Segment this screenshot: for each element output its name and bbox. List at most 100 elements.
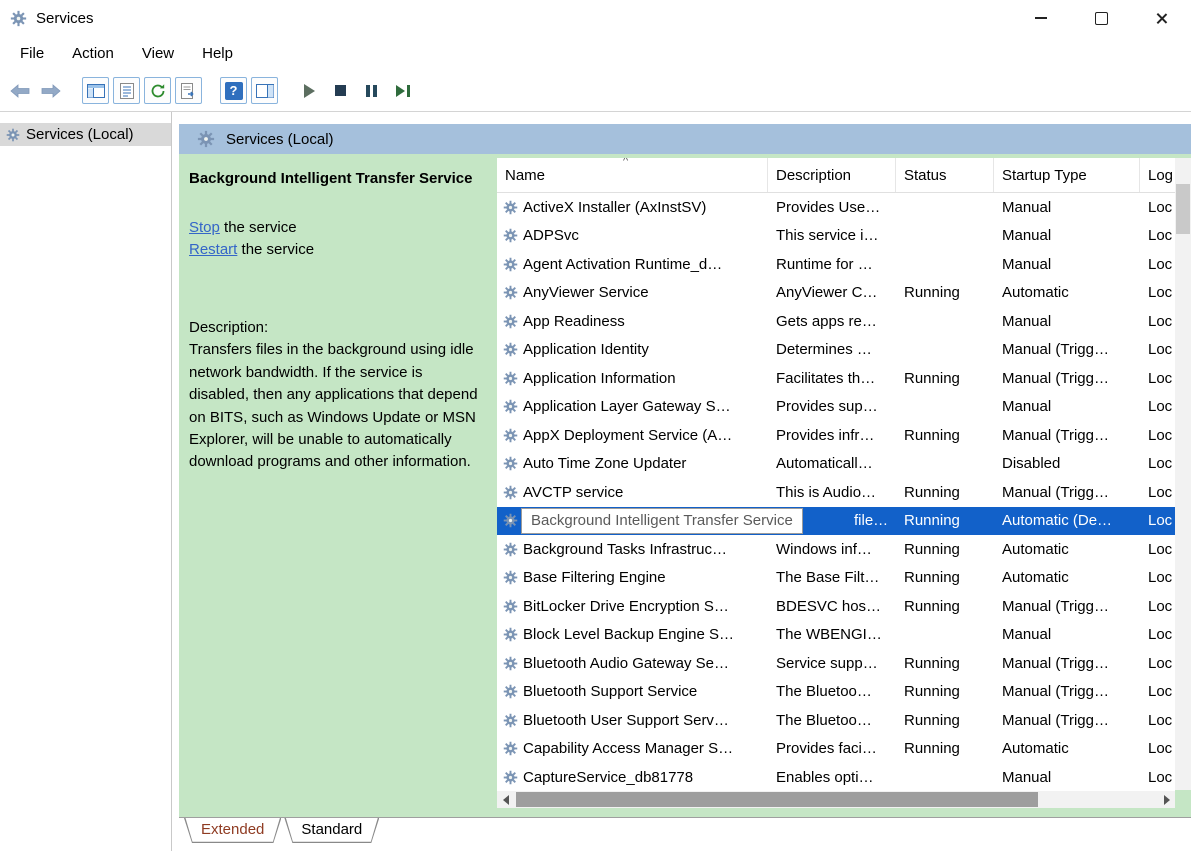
show-console-tree-button[interactable]	[82, 77, 109, 104]
start-service-button[interactable]	[296, 77, 323, 104]
service-name: Block Level Backup Engine S…	[523, 626, 734, 643]
service-name: Application Identity	[523, 341, 649, 358]
table-row[interactable]: CaptureService_db81778 Enables opti… Man…	[497, 763, 1175, 792]
column-header-startup-type[interactable]: Startup Type	[994, 158, 1140, 192]
cell-name: Application Information	[497, 370, 768, 387]
service-gear-icon	[503, 542, 518, 557]
restart-service-suffix: the service	[237, 241, 314, 258]
table-row[interactable]: Base Filtering Engine The Base Filt… Run…	[497, 564, 1175, 593]
column-header-name[interactable]: ^ Name	[497, 158, 768, 192]
table-row[interactable]: AVCTP service This is Audio… Running Man…	[497, 478, 1175, 507]
cell-status: Running	[896, 541, 994, 558]
column-header-log-on-as[interactable]: Log	[1140, 158, 1175, 192]
view-tab-bar: Extended Standard	[179, 817, 1191, 847]
extended-view-button[interactable]	[251, 77, 278, 104]
cell-description: Automaticall…	[768, 455, 896, 472]
pause-service-button[interactable]	[358, 77, 385, 104]
vertical-scrollbar-thumb[interactable]	[1176, 184, 1190, 234]
services-app-icon	[10, 10, 27, 27]
cell-log-on-as: Loc	[1140, 284, 1175, 301]
scroll-right-button[interactable]	[1158, 791, 1175, 808]
service-name: ActiveX Installer (AxInstSV)	[523, 199, 706, 216]
back-icon	[10, 84, 30, 98]
service-name: Base Filtering Engine	[523, 569, 666, 586]
pause-service-icon	[366, 85, 377, 97]
horizontal-scrollbar-thumb[interactable]	[516, 792, 1038, 807]
cell-status: Running	[896, 427, 994, 444]
back-button[interactable]	[6, 77, 33, 104]
restart-service-button[interactable]	[389, 77, 416, 104]
table-row[interactable]: Bluetooth User Support Serv… The Bluetoo…	[497, 706, 1175, 735]
column-header-status[interactable]: Status	[896, 158, 994, 192]
cell-status: Running	[896, 740, 994, 757]
menu-file[interactable]: File	[8, 41, 56, 66]
cell-status: Running	[896, 512, 994, 529]
cell-description: Runtime for …	[768, 256, 896, 273]
service-gear-icon	[503, 684, 518, 699]
table-row[interactable]: AppX Deployment Service (A… Provides inf…	[497, 421, 1175, 450]
cell-log-on-as: Loc	[1140, 398, 1175, 415]
table-row[interactable]: App Readiness Gets apps re… Manual Loc	[497, 307, 1175, 336]
table-row[interactable]: Auto Time Zone Updater Automaticall… Dis…	[497, 450, 1175, 479]
table-row[interactable]: AnyViewer Service AnyViewer C… Running A…	[497, 279, 1175, 308]
service-name: Application Information	[523, 370, 676, 387]
table-row[interactable]: ADPSvc This service i… Manual Loc	[497, 222, 1175, 251]
cell-startup-type: Manual (Trigg…	[994, 370, 1140, 387]
cell-status: Running	[896, 655, 994, 672]
console-tree-icon	[87, 84, 105, 98]
table-row[interactable]: Agent Activation Runtime_d… Runtime for …	[497, 250, 1175, 279]
cell-name: Base Filtering Engine	[497, 569, 768, 586]
tab-standard[interactable]: Standard	[284, 818, 379, 843]
table-row[interactable]: file… Running Automatic (De… Loc Backgro…	[497, 507, 1175, 536]
export-list-button[interactable]	[175, 77, 202, 104]
stop-service-icon	[335, 85, 346, 96]
tree-item-label: Services (Local)	[26, 126, 134, 143]
menu-action[interactable]: Action	[60, 41, 126, 66]
stop-service-button[interactable]	[327, 77, 354, 104]
menu-view[interactable]: View	[130, 41, 186, 66]
vertical-scrollbar[interactable]	[1175, 158, 1191, 790]
table-row[interactable]: Bluetooth Support Service The Bluetoo… R…	[497, 678, 1175, 707]
scroll-left-button[interactable]	[497, 791, 514, 808]
tree-item-services-local[interactable]: Services (Local)	[0, 123, 171, 146]
tab-extended[interactable]: Extended	[184, 818, 281, 843]
table-row[interactable]: Application Information Facilitates th… …	[497, 364, 1175, 393]
table-row[interactable]: Application Identity Determines … Manual…	[497, 336, 1175, 365]
table-row[interactable]: Block Level Backup Engine S… The WBENGI……	[497, 621, 1175, 650]
cell-startup-type: Automatic	[994, 284, 1140, 301]
service-gear-icon	[503, 371, 518, 386]
column-label: Name	[505, 167, 545, 184]
cell-description: Provides sup…	[768, 398, 896, 415]
refresh-button[interactable]	[144, 77, 171, 104]
maximize-button[interactable]	[1071, 0, 1131, 36]
column-label: Log	[1148, 167, 1173, 184]
cell-log-on-as: Loc	[1140, 512, 1175, 529]
table-row[interactable]: Background Tasks Infrastruc… Windows inf…	[497, 535, 1175, 564]
forward-button[interactable]	[37, 77, 64, 104]
table-row[interactable]: ActiveX Installer (AxInstSV) Provides Us…	[497, 193, 1175, 222]
scroll-left-icon	[503, 795, 509, 805]
table-row[interactable]: Application Layer Gateway S… Provides su…	[497, 393, 1175, 422]
properties-button[interactable]	[113, 77, 140, 104]
table-row[interactable]: BitLocker Drive Encryption S… BDESVC hos…	[497, 592, 1175, 621]
close-button[interactable]	[1131, 0, 1191, 36]
stop-service-link[interactable]: Stop	[189, 219, 220, 236]
minimize-button[interactable]	[1011, 0, 1071, 36]
table-row[interactable]: Bluetooth Audio Gateway Se… Service supp…	[497, 649, 1175, 678]
stop-service-suffix: the service	[220, 219, 297, 236]
cell-log-on-as: Loc	[1140, 569, 1175, 586]
cell-status: Running	[896, 569, 994, 586]
restart-service-link[interactable]: Restart	[189, 241, 237, 258]
cell-description: Provides Use…	[768, 199, 896, 216]
horizontal-scrollbar[interactable]	[497, 791, 1175, 808]
column-header-description[interactable]: Description	[768, 158, 896, 192]
cell-startup-type: Automatic	[994, 740, 1140, 757]
table-row[interactable]: Capability Access Manager S… Provides fa…	[497, 735, 1175, 764]
forward-icon	[41, 84, 61, 98]
cell-name: Application Identity	[497, 341, 768, 358]
menu-help[interactable]: Help	[190, 41, 245, 66]
help-button[interactable]: ?	[220, 77, 247, 104]
service-gear-icon	[503, 656, 518, 671]
column-label: Startup Type	[1002, 167, 1087, 184]
cell-description: Provides faci…	[768, 740, 896, 757]
